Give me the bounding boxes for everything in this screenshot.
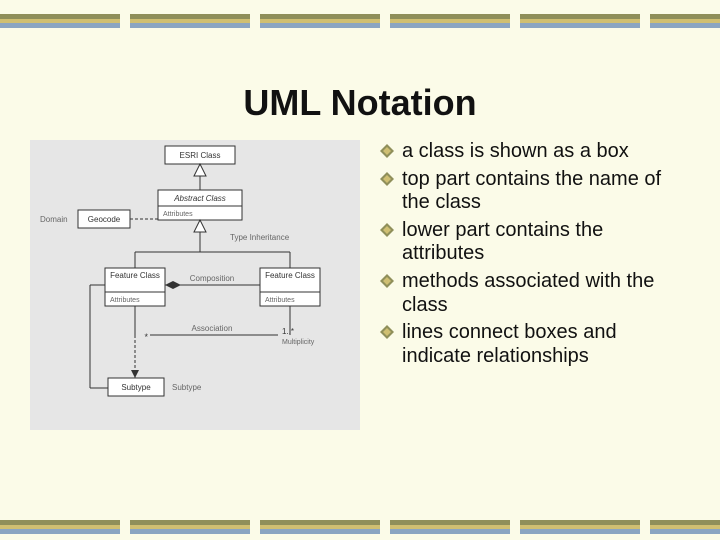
uml-diagram: ESRI Class Abstract Class Attributes Dom… [30,140,360,430]
svg-text:Association: Association [192,324,233,333]
bullet-icon [380,325,394,339]
svg-text:Composition: Composition [190,274,234,283]
bullet-icon [380,223,394,237]
svg-text:Geocode: Geocode [88,215,121,224]
bullet-icon [380,172,394,186]
svg-text:Feature Class: Feature Class [110,271,160,280]
svg-text:*: * [144,332,148,342]
svg-text:Attributes: Attributes [110,297,140,304]
svg-text:Type Inheritance: Type Inheritance [230,233,290,242]
svg-text:Domain: Domain [40,215,68,224]
svg-text:Subtype: Subtype [172,383,202,392]
bullet-icon [380,144,394,158]
svg-text:Subtype: Subtype [121,383,151,392]
decor-bar-bottom [0,520,720,534]
content-area: ESRI Class Abstract Class Attributes Dom… [30,140,690,470]
bullet-text: methods associated with the class [402,270,654,316]
svg-text:1..*: 1..* [282,327,294,336]
bullet-icon [380,274,394,288]
bullet-text: a class is shown as a box [402,140,629,162]
list-item: lines connect boxes and indicate relatio… [380,321,690,368]
slide-title: UML Notation [0,82,720,124]
svg-text:Multiplicity: Multiplicity [282,339,315,346]
svg-text:Abstract Class: Abstract Class [173,194,226,203]
bullet-text: lower part contains the attributes [402,219,603,265]
svg-text:Attributes: Attributes [265,297,295,304]
list-item: methods associated with the class [380,270,690,317]
list-item: a class is shown as a box [380,140,690,164]
list-item: lower part contains the attributes [380,219,690,266]
svg-text:Attributes: Attributes [163,211,193,218]
bullet-text: lines connect boxes and indicate relatio… [402,321,617,367]
svg-text:Feature Class: Feature Class [265,271,315,280]
svg-text:ESRI Class: ESRI Class [180,151,221,160]
bullet-text: top part contains the name of the class [402,168,661,214]
decor-bar-top [0,14,720,28]
list-item: top part contains the name of the class [380,168,690,215]
bullet-list: a class is shown as a box top part conta… [380,140,690,372]
